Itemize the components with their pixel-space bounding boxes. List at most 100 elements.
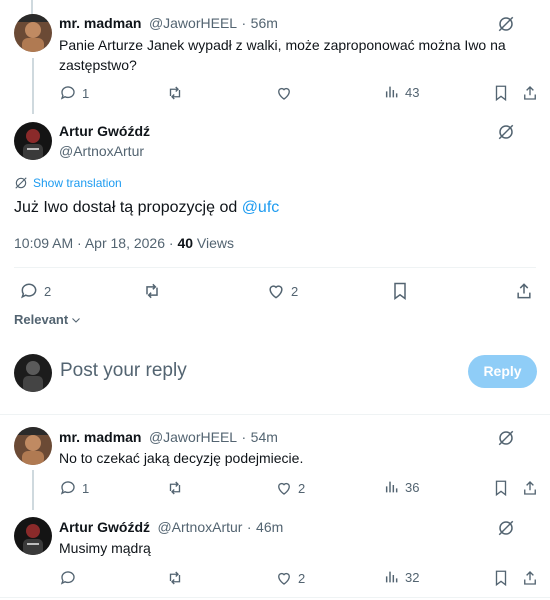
bookmark-icon[interactable] <box>492 479 510 497</box>
divider <box>14 267 536 268</box>
post-meta: 10:09 AM · Apr 18, 2026 · 40 Views <box>14 235 234 251</box>
comment-icon <box>60 86 75 100</box>
bookmark-icon[interactable] <box>492 84 510 102</box>
author-handle[interactable]: @JaworHEEL <box>149 15 237 31</box>
share-icon[interactable] <box>514 281 534 301</box>
repost-action[interactable] <box>166 479 184 497</box>
avatar-artur[interactable] <box>14 122 52 160</box>
author-handle[interactable]: @JaworHEEL <box>149 429 237 445</box>
show-translation-label: Show translation <box>33 176 122 190</box>
repost-icon <box>169 86 181 100</box>
mention-link[interactable]: @ufc <box>242 199 280 216</box>
grok-icon[interactable] <box>497 519 515 537</box>
divider <box>0 414 550 415</box>
post-timestamp[interactable]: 10:09 AM · Apr 18, 2026 · <box>14 235 177 251</box>
views-count: 32 <box>405 569 420 585</box>
reply-action[interactable]: 1 <box>59 84 89 102</box>
author-name[interactable]: mr. madman <box>59 429 141 445</box>
reply-count: 1 <box>82 85 90 101</box>
grok-icon[interactable] <box>497 429 515 447</box>
author-handle[interactable]: @ArtnoxArtur <box>157 519 242 535</box>
views-icon <box>385 481 398 493</box>
fighter-avatar-icon <box>14 517 52 555</box>
fighter-avatar-icon <box>14 14 52 52</box>
post-text-body: Już Iwo dostał tą propozycję od <box>14 199 242 216</box>
post-text: Już Iwo dostał tą propozycję od @ufc <box>14 197 279 219</box>
share-icon[interactable] <box>521 84 539 102</box>
author-name[interactable]: Artur Gwóźdź <box>59 519 150 535</box>
reply-text: Musimy mądrą <box>59 540 151 556</box>
reply-action[interactable] <box>59 569 77 587</box>
like-count: 2 <box>291 283 299 299</box>
repost-icon <box>146 283 158 299</box>
reply-count: 1 <box>82 480 90 496</box>
heart-icon <box>269 285 283 299</box>
reply-header: Artur Gwóźdź @ArtnoxArtur · 46m <box>59 519 283 537</box>
grok-icon[interactable] <box>497 123 515 141</box>
chevron-down-icon <box>72 317 81 323</box>
comment-icon <box>60 481 75 495</box>
comment-icon <box>60 571 75 585</box>
bookmark-icon[interactable] <box>492 569 510 587</box>
fighter-avatar-icon <box>14 122 52 160</box>
avatar-mr-madman[interactable] <box>14 427 52 465</box>
repost-icon <box>169 571 181 585</box>
reply-header: mr. madman @JaworHEEL · 54m <box>59 429 278 447</box>
avatar-mr-madman[interactable] <box>14 14 52 52</box>
views-action[interactable]: 36 <box>384 479 419 495</box>
sort-dropdown[interactable]: Relevant <box>14 312 82 327</box>
grok-icon[interactable] <box>497 15 515 33</box>
views-label: Views <box>193 235 234 251</box>
separator-dot: · <box>241 15 247 31</box>
thread-line <box>31 0 33 14</box>
heart-icon <box>278 87 290 100</box>
like-action[interactable]: 2 <box>266 281 298 301</box>
share-icon[interactable] <box>521 569 539 587</box>
repost-action[interactable] <box>166 569 184 587</box>
like-action[interactable] <box>275 84 293 102</box>
like-action[interactable]: 2 <box>275 569 305 587</box>
bookmark-icon[interactable] <box>390 281 410 301</box>
reply-header: mr. madman @JaworHEEL · 56m <box>59 15 278 33</box>
reply-button[interactable]: Reply <box>468 355 537 388</box>
reply-count: 2 <box>44 283 52 299</box>
heart-icon <box>278 572 290 585</box>
fighter-avatar-icon <box>14 354 52 392</box>
reply-text: No to czekać jaką decyzję podejmiecie. <box>59 450 304 466</box>
like-count: 2 <box>298 480 306 496</box>
fighter-avatar-icon <box>14 427 52 465</box>
like-count: 2 <box>298 570 306 586</box>
views-count: 43 <box>405 84 420 100</box>
post-time[interactable]: 56m <box>251 15 278 31</box>
divider <box>0 597 550 598</box>
like-action[interactable]: 2 <box>275 479 305 497</box>
share-icon[interactable] <box>521 479 539 497</box>
separator-dot: · <box>246 519 252 535</box>
views-action[interactable]: 32 <box>384 569 419 585</box>
show-translation-link[interactable]: Show translation <box>14 176 122 190</box>
reply-action[interactable]: 1 <box>59 479 89 497</box>
repost-action[interactable] <box>142 281 162 301</box>
views-count: 40 <box>177 235 194 251</box>
repost-icon <box>169 481 181 495</box>
separator-dot: · <box>241 429 247 445</box>
thread-line <box>32 470 34 510</box>
sort-label: Relevant <box>14 312 69 327</box>
avatar-artur[interactable] <box>14 517 52 555</box>
views-action[interactable]: 43 <box>384 84 419 100</box>
current-user-avatar[interactable] <box>14 354 52 392</box>
comment-icon <box>21 283 37 299</box>
reply-text: Panie Arturze Janek wypadł z walki, może… <box>59 37 506 73</box>
views-count: 36 <box>405 479 420 495</box>
heart-icon <box>278 482 290 495</box>
author-name[interactable]: Artur Gwóźdź <box>59 123 150 139</box>
thread-line <box>32 58 34 114</box>
reply-action[interactable]: 2 <box>19 281 51 301</box>
repost-action[interactable] <box>166 84 184 102</box>
post-time[interactable]: 54m <box>251 429 278 445</box>
post-time[interactable]: 46m <box>256 519 283 535</box>
author-name[interactable]: mr. madman <box>59 15 141 31</box>
author-handle[interactable]: @ArtnoxArtur <box>59 143 144 159</box>
views-icon <box>385 86 398 98</box>
reply-compose-input[interactable]: Post your reply <box>60 360 187 382</box>
